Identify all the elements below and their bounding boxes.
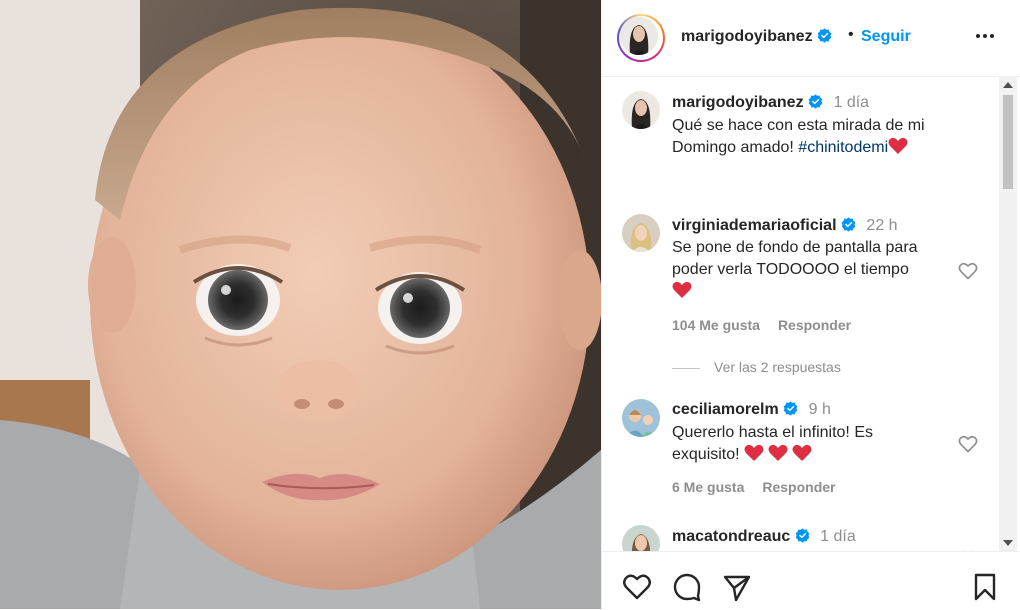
commenter-avatar[interactable] [622, 214, 660, 252]
caption-username[interactable]: marigodoyibanez [672, 94, 804, 111]
post-side-panel: marigodoyibanez • Seguir marigodoyibanez… [601, 0, 1020, 610]
post-action-bar [602, 551, 1020, 610]
verified-badge-icon [817, 28, 832, 43]
verified-badge-icon [841, 217, 856, 232]
commenter-avatar[interactable] [622, 399, 660, 437]
author-username-text[interactable]: marigodoyibanez [681, 28, 813, 45]
red-heart-emoji [888, 137, 908, 156]
comment-body: Se pone de fondo de pantalla para poder … [672, 239, 918, 278]
verified-badge-icon [795, 528, 809, 543]
verified-badge-icon [808, 94, 823, 109]
comment-author[interactable]: macatondreauc 1 día [672, 528, 856, 546]
comment-time[interactable]: 1 día [820, 528, 856, 545]
comment-author[interactable]: ceciliamorelm 9 h [672, 401, 831, 419]
caption-time[interactable]: 1 día [833, 94, 869, 111]
red-heart-emoji [672, 281, 692, 300]
share-icon[interactable] [722, 572, 752, 602]
commenter-avatar[interactable] [622, 525, 660, 551]
reply-button[interactable]: Responder [762, 479, 835, 495]
like-comment-heart-icon[interactable] [958, 434, 978, 454]
comment-username[interactable]: macatondreauc [672, 528, 790, 545]
more-options-icon[interactable] [974, 26, 996, 46]
comments-scrollbar[interactable] [999, 77, 1017, 551]
reply-button[interactable]: Responder [778, 317, 851, 333]
separator-dot: • [848, 26, 854, 43]
follow-button[interactable]: Seguir [861, 28, 911, 46]
view-replies-label[interactable]: Ver las 2 respuestas [714, 359, 841, 375]
verified-badge-icon [783, 401, 798, 416]
caption-text: Qué se hace con esta mirada de mi Doming… [672, 115, 972, 159]
comment-icon[interactable] [672, 572, 702, 602]
scrollbar-thumb[interactable] [1003, 95, 1013, 189]
author-avatar[interactable] [617, 14, 665, 62]
view-replies-button[interactable]: Ver las 2 respuestas [672, 359, 841, 375]
replies-divider [672, 367, 700, 369]
author-username[interactable]: marigodoyibanez [681, 28, 832, 46]
scroll-up-arrow-icon[interactable] [1003, 82, 1013, 88]
comment-username[interactable]: virginiademariaoficial [672, 217, 837, 234]
comment-likes[interactable]: 6 Me gusta [672, 479, 744, 495]
like-comment-heart-icon[interactable] [958, 261, 978, 281]
bookmark-icon[interactable] [970, 572, 1000, 602]
heart-icon[interactable] [622, 572, 652, 602]
comment-text: Se pone de fondo de pantalla para poder … [672, 237, 957, 303]
comment-username[interactable]: ceciliamorelm [672, 401, 779, 418]
post-photo[interactable] [0, 0, 601, 609]
post-header: marigodoyibanez • Seguir [602, 0, 1020, 77]
hashtag-link[interactable]: #chinitodemi [798, 139, 888, 156]
comments-list[interactable]: marigodoyibanez 1 día Qué se hace con es… [602, 77, 999, 551]
scroll-down-arrow-icon[interactable] [1003, 540, 1013, 546]
comment-likes[interactable]: 104 Me gusta [672, 317, 760, 333]
caption-avatar[interactable] [622, 91, 660, 129]
comment-meta: 6 Me gusta Responder [672, 479, 853, 495]
comment-author[interactable]: virginiademariaoficial 22 h [672, 217, 898, 235]
comment-time[interactable]: 22 h [866, 217, 897, 234]
red-heart-emoji [744, 444, 812, 463]
comment-text: Quererlo hasta el infinito! Es exquisito… [672, 422, 932, 466]
caption-author[interactable]: marigodoyibanez 1 día [672, 94, 869, 112]
comment-time[interactable]: 9 h [809, 401, 831, 418]
comment-meta: 104 Me gusta Responder [672, 317, 869, 333]
